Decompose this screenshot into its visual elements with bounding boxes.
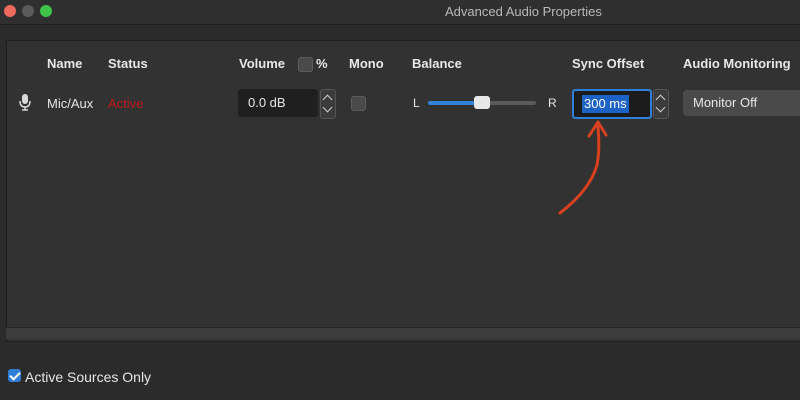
annotation-arrow-icon: [558, 120, 608, 215]
